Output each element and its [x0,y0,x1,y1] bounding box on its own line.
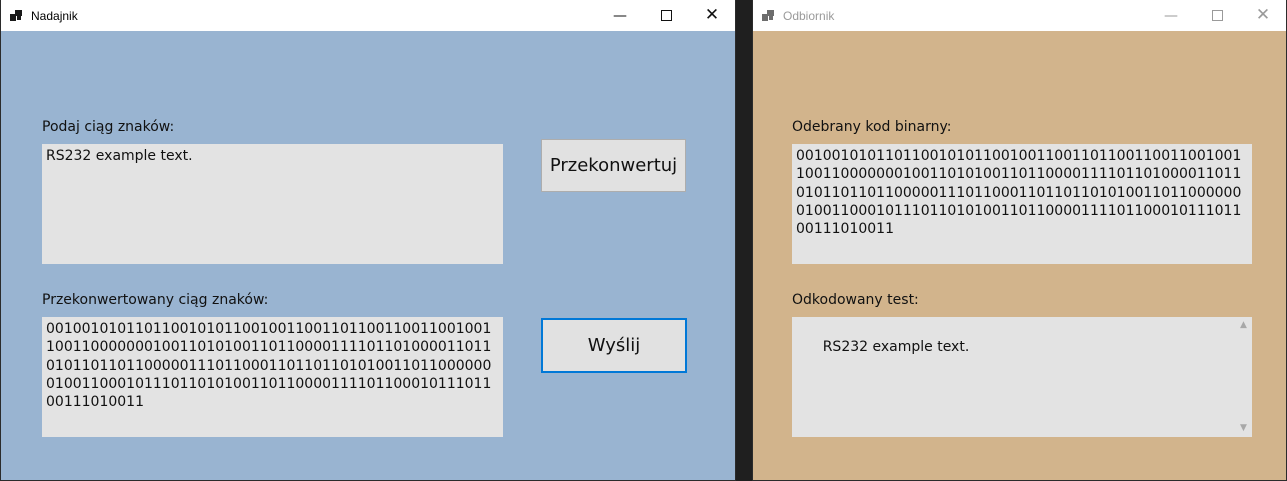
decoded-text: RS232 example text. [822,339,970,356]
minimize-button[interactable]: — [1148,0,1194,31]
minimize-icon: — [613,7,627,24]
maximize-button[interactable] [643,0,689,31]
app-icon [10,9,22,22]
close-icon: ✕ [1255,5,1271,25]
converted-textbox[interactable]: 0010010101101100101011001001100110110011… [42,317,503,437]
window-title: Nadajnik [31,8,78,23]
caption-buttons: — ✕ [597,0,735,31]
input-textbox[interactable]: RS232 example text. [42,144,503,264]
convert-button[interactable]: Przekonwertuj [541,139,686,192]
sender-window: Nadajnik — ✕ Podaj ciąg znaków: RS232 ex… [0,0,736,481]
receiver-window: Odbiornik — ✕ Odebrany kod binarny: 0010… [752,0,1287,481]
scroll-up-arrow-icon[interactable]: ▲ [1235,317,1252,334]
minimize-icon: — [1164,7,1178,24]
receiver-client-area: Odebrany kod binarny: 001001010110110010… [753,31,1286,480]
maximize-icon [660,10,672,21]
minimize-button[interactable]: — [597,0,643,31]
binary-textbox[interactable]: 0010010101101100101011001001100110110011… [792,144,1252,264]
maximize-icon [1211,10,1223,21]
decoded-label: Odkodowany test: [792,292,919,308]
app-icon [762,9,774,22]
binary-label: Odebrany kod binarny: [792,119,952,135]
decoded-textbox[interactable]: RS232 example text. ▲ ▼ [792,317,1252,437]
window-title: Odbiornik [783,8,835,23]
caption-buttons: — ✕ [1148,0,1286,31]
receiver-titlebar[interactable]: Odbiornik — ✕ [753,0,1286,31]
converted-label: Przekonwertowany ciąg znaków: [42,292,269,308]
maximize-button[interactable] [1194,0,1240,31]
sender-titlebar[interactable]: Nadajnik — ✕ [1,0,735,31]
close-icon: ✕ [704,5,720,25]
sender-client-area: Podaj ciąg znaków: RS232 example text. P… [1,31,735,480]
vertical-scrollbar[interactable]: ▲ ▼ [1235,317,1252,437]
input-label: Podaj ciąg znaków: [42,119,175,135]
send-button[interactable]: Wyślij [541,318,687,373]
close-button[interactable]: ✕ [689,0,735,31]
scroll-down-arrow-icon[interactable]: ▼ [1235,420,1252,437]
close-button[interactable]: ✕ [1240,0,1286,31]
